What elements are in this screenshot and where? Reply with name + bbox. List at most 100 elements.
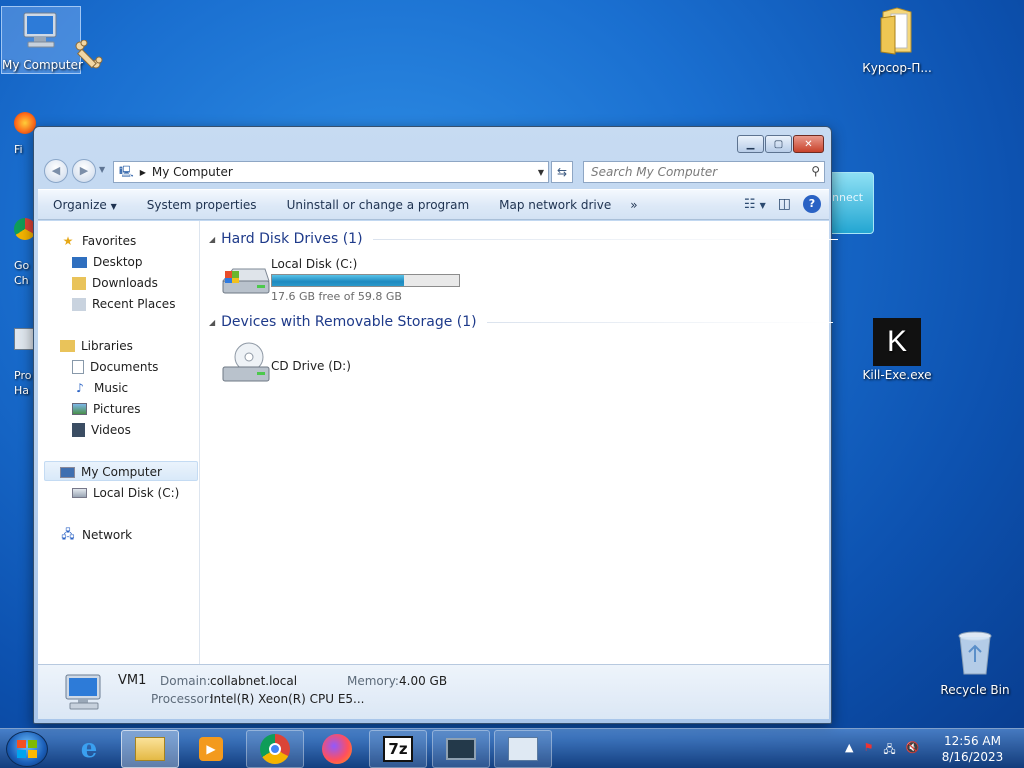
- group-header-hard-disk[interactable]: ◢ Hard Disk Drives (1): [209, 231, 838, 247]
- nav-label: Network: [82, 528, 133, 542]
- search-placeholder: Search My Computer: [591, 165, 718, 179]
- connect-label: nnect: [832, 191, 864, 204]
- minimize-button[interactable]: ▁: [737, 135, 764, 153]
- taskbar-network-tool[interactable]: [494, 730, 552, 768]
- folder-icon: [135, 737, 165, 761]
- folder-icon: [880, 7, 912, 55]
- k-app-icon: K: [873, 318, 921, 366]
- taskbar: e ▶ 7z ▲ ⚑ 🖧 🔇 12:56 AM 8/16/2023: [0, 728, 1024, 768]
- desktop-icon-my-computer[interactable]: My Computer: [1, 6, 83, 74]
- media-player-icon: ▶: [199, 737, 223, 761]
- forward-button[interactable]: ▶: [72, 159, 96, 183]
- nav-item-libraries[interactable]: Libraries: [60, 336, 133, 356]
- videos-icon: [72, 423, 85, 437]
- volume-muted-icon[interactable]: 🔇: [906, 741, 920, 760]
- show-hidden-icons-icon[interactable]: ▲: [845, 741, 853, 760]
- monitor-icon: [446, 738, 476, 760]
- domain-label: Domain:: [160, 674, 211, 688]
- uninstall-button[interactable]: Uninstall or change a program: [272, 198, 485, 212]
- desktop-icon: [72, 256, 87, 268]
- organize-button[interactable]: Organize ▼: [38, 198, 132, 212]
- nav-item-downloads[interactable]: Downloads: [72, 273, 158, 293]
- bone-cursor-icon: [74, 39, 104, 73]
- nav-item-recent-places[interactable]: Recent Places: [72, 294, 175, 314]
- group-title: Hard Disk Drives (1): [221, 231, 363, 247]
- group-header-removable[interactable]: ◢ Devices with Removable Storage (1): [209, 314, 833, 330]
- breadcrumb-separator[interactable]: ▶: [140, 168, 146, 177]
- help-icon[interactable]: ?: [803, 195, 821, 213]
- desktop-icon-recycle-bin[interactable]: Recycle Bin: [935, 630, 1015, 697]
- preview-pane-icon[interactable]: ◫: [778, 196, 791, 212]
- recent-pages-dropdown[interactable]: ▼: [99, 165, 105, 174]
- view-options-icon[interactable]: ☷ ▼: [744, 197, 766, 212]
- desktop-icon-kill-exe[interactable]: K Kill-Exe.exe: [857, 318, 937, 382]
- nav-item-desktop[interactable]: Desktop: [72, 252, 143, 272]
- search-input[interactable]: Search My Computer ⚲: [583, 161, 825, 183]
- nav-item-music[interactable]: ♪ Music: [72, 378, 128, 398]
- nav-item-my-computer[interactable]: My Computer: [60, 462, 162, 482]
- network-icon: 🖧: [61, 526, 75, 541]
- recycle-bin-icon: [958, 631, 992, 675]
- taskbar-windows-explorer[interactable]: [121, 730, 179, 768]
- network-tool-icon: [508, 737, 538, 761]
- network-status-icon[interactable]: 🖧: [883, 741, 895, 760]
- address-dropdown-icon[interactable]: ▼: [538, 168, 544, 177]
- start-button[interactable]: [6, 731, 48, 767]
- details-pane: VM1 Domain: collabnet.local Memory: 4.00…: [38, 664, 829, 719]
- hard-drive-icon: [221, 268, 270, 294]
- taskbar-process-monitor[interactable]: [432, 730, 490, 768]
- nav-item-documents[interactable]: Documents: [72, 357, 158, 377]
- processor-label: Processor:: [151, 692, 213, 706]
- address-bar[interactable]: 🖳 ▶ My Computer ▼: [113, 161, 549, 183]
- clock-time: 12:56 AM: [944, 734, 1001, 748]
- desktop-icon-folder[interactable]: Курсор-П...: [857, 6, 937, 75]
- refresh-button[interactable]: ⇆: [551, 161, 573, 183]
- system-properties-button[interactable]: System properties: [132, 198, 272, 212]
- more-commands-button[interactable]: »: [626, 198, 641, 212]
- recent-places-icon: [72, 297, 86, 311]
- desktop-icon-label: Курсор-П...: [862, 61, 932, 75]
- computer-icon: [60, 466, 75, 478]
- drive-item-d[interactable]: CD Drive (D:): [201, 339, 501, 391]
- nav-label: Documents: [90, 360, 159, 374]
- windows-logo-icon: [17, 740, 37, 758]
- downloads-icon: [72, 276, 86, 290]
- computer-icon: [65, 674, 101, 710]
- map-network-drive-button[interactable]: Map network drive: [484, 198, 626, 212]
- group-divider: [372, 238, 838, 240]
- command-bar: Organize ▼ System properties Uninstall o…: [38, 189, 829, 220]
- nav-item-favorites[interactable]: ★ Favorites: [60, 231, 137, 251]
- nav-label: Pictures: [93, 402, 141, 416]
- documents-icon: [72, 360, 84, 374]
- drive-usage-bar: [271, 274, 460, 287]
- address-text: My Computer: [151, 165, 233, 179]
- nav-item-videos[interactable]: Videos: [72, 420, 131, 440]
- clock[interactable]: 12:56 AM 8/16/2023: [930, 733, 1015, 765]
- connect-widget[interactable]: nnect: [828, 172, 874, 234]
- back-button[interactable]: ◀: [44, 159, 68, 183]
- drive-free-space: 17.6 GB free of 59.8 GB: [271, 290, 402, 303]
- collapse-icon: ◢: [209, 317, 216, 327]
- drive-item-c[interactable]: Local Disk (C:) 17.6 GB free of 59.8 GB: [201, 255, 501, 307]
- taskbar-7zip[interactable]: 7z: [369, 730, 427, 768]
- taskbar-chrome[interactable]: [246, 730, 304, 768]
- nav-item-local-disk[interactable]: Local Disk (C:): [72, 483, 179, 503]
- maximize-button[interactable]: ▢: [765, 135, 792, 153]
- music-icon: ♪: [76, 381, 84, 395]
- nav-item-pictures[interactable]: Pictures: [72, 399, 141, 419]
- nav-label: Videos: [91, 423, 131, 437]
- taskbar-internet-explorer[interactable]: e: [60, 730, 118, 768]
- content-pane: ◢ Hard Disk Drives (1) Local Disk (C:) 17…: [201, 221, 838, 664]
- taskbar-firefox[interactable]: [308, 730, 366, 768]
- nav-item-network[interactable]: 🖧 Network: [60, 525, 132, 545]
- close-button[interactable]: ✕: [793, 135, 824, 153]
- chevron-down-icon: ▼: [110, 201, 117, 211]
- organize-label: Organize: [53, 197, 107, 212]
- desktop-icon-label: Kill-Exe.exe: [862, 368, 932, 382]
- drive-usage-fill: [272, 275, 405, 286]
- seven-zip-icon: 7z: [383, 736, 413, 762]
- caption-buttons: ▁ ▢ ✕: [737, 135, 824, 153]
- taskbar-media-player[interactable]: ▶: [182, 730, 240, 768]
- pictures-icon: [72, 403, 87, 415]
- action-center-icon[interactable]: ⚑: [863, 741, 873, 760]
